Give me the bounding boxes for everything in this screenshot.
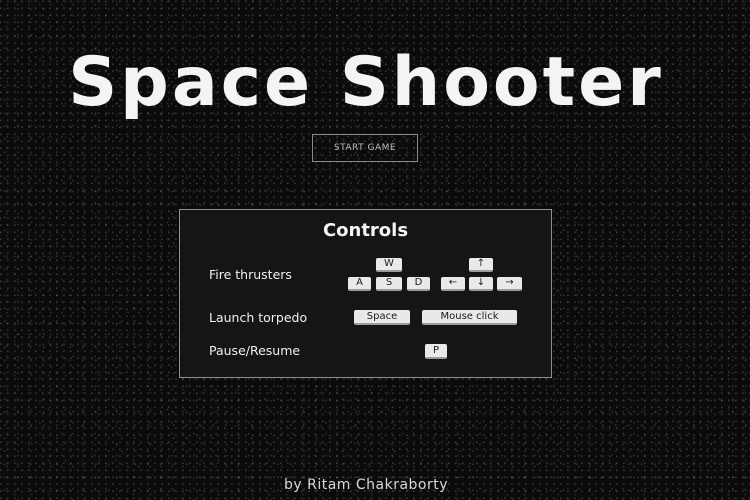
key-s: S (376, 277, 402, 291)
fire-thrusters-label: Fire thrusters (209, 267, 292, 282)
author-credit: by Ritam Chakraborty (283, 477, 449, 493)
key-p: P (425, 344, 447, 359)
arrow-left-key: ← (441, 277, 465, 291)
key-space: Space (354, 310, 410, 325)
pause-resume-label: Pause/Resume (209, 343, 301, 358)
key-a: A (348, 277, 371, 291)
launch-torpedo-label: Launch torpedo (209, 310, 308, 325)
start-game-button[interactable]: START GAME (312, 134, 418, 162)
arrow-down-key: ↓ (469, 277, 493, 291)
controls-panel: Controls Fire thrusters W A S D ↑ ← ↓ → … (179, 209, 552, 378)
key-mouse-click: Mouse click (422, 310, 517, 325)
game-title: Space Shooter (68, 43, 664, 122)
arrow-up-key: ↑ (469, 258, 493, 272)
key-w: W (376, 258, 402, 272)
key-d: D (407, 277, 430, 291)
controls-heading: Controls (322, 220, 409, 241)
arrow-right-key: → (497, 277, 522, 291)
